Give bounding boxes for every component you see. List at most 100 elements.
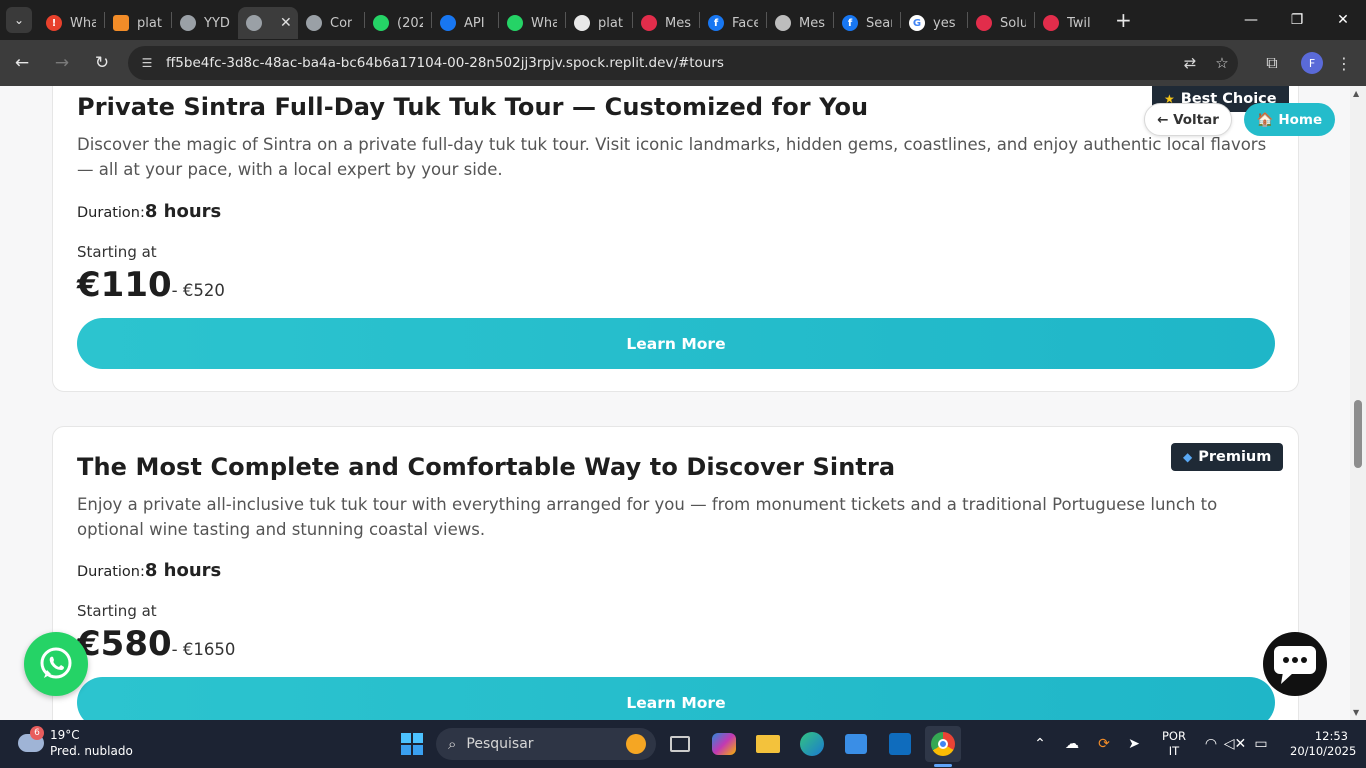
system-clock[interactable]: 12:53 20/10/2025 — [1290, 729, 1356, 759]
sync-icon[interactable]: ⟳ — [1094, 726, 1114, 762]
file-explorer-icon[interactable] — [750, 726, 786, 762]
profile-avatar[interactable]: F — [1301, 52, 1323, 74]
alert-icon: ! — [46, 15, 62, 31]
url-text[interactable]: ff5be4fc-3d8c-48ac-ba4a-bc64b6a17104-00-… — [166, 55, 1174, 71]
twilio-icon — [1043, 15, 1059, 31]
address-bar[interactable]: ☰ ff5be4fc-3d8c-48ac-ba4a-bc64b6a17104-0… — [128, 46, 1238, 80]
window-controls: — ❐ ✕ — [1228, 0, 1366, 40]
tour-duration: Duration:8 hours — [77, 560, 222, 581]
browser-tab[interactable]: Solu — [968, 7, 1034, 39]
gem-icon: ◆ — [1183, 450, 1193, 464]
reload-icon[interactable]: ↻ — [84, 45, 120, 81]
back-arrow-icon[interactable]: ← — [4, 45, 40, 81]
twilio-icon — [641, 15, 657, 31]
send-icon[interactable]: ➤ — [1124, 726, 1144, 762]
twilio-icon — [976, 15, 992, 31]
windows-logo-icon — [401, 733, 423, 755]
site-info-icon[interactable]: ☰ — [134, 50, 160, 76]
browser-tab[interactable]: (202 — [365, 7, 431, 39]
browser-toolbar: ← → ↻ ☰ ff5be4fc-3d8c-48ac-ba4a-bc64b6a1… — [0, 40, 1366, 86]
forward-arrow-icon[interactable]: → — [44, 45, 80, 81]
learn-more-button[interactable]: Learn More — [77, 318, 1275, 369]
input-language[interactable]: POR IT — [1160, 729, 1188, 759]
premium-badge: ◆ Premium — [1171, 443, 1284, 471]
scrollbar-thumb[interactable] — [1354, 400, 1362, 468]
weather-notification-badge: 6 — [30, 726, 44, 740]
learn-more-button[interactable]: Learn More — [77, 677, 1275, 720]
active-app-indicator — [934, 764, 952, 767]
react-icon — [440, 15, 456, 31]
page-viewport: Private Sintra Full-Day Tuk Tuk Tour — C… — [0, 86, 1350, 720]
browser-tab[interactable]: ! Wha — [38, 7, 104, 39]
browser-tab[interactable]: Mes — [767, 7, 833, 39]
browser-tab[interactable]: YYD — [172, 7, 238, 39]
search-icon: ⌕ — [448, 735, 457, 753]
weather-condition: Pred. nublado — [50, 744, 133, 758]
globe-icon — [180, 15, 196, 31]
volume-muted-icon[interactable]: ◁✕ — [1224, 726, 1247, 762]
chat-float-button[interactable] — [1263, 632, 1327, 696]
browser-tab[interactable]: API — [432, 7, 498, 39]
browser-tab[interactable]: Twil — [1035, 7, 1101, 39]
minimize-icon[interactable]: — — [1228, 0, 1274, 40]
tour-price: €580- €1650 — [77, 624, 236, 664]
weather-widget[interactable]: 6 19°C Pred. nublado — [14, 726, 134, 762]
whatsapp-icon — [507, 15, 523, 31]
grid-icon — [113, 15, 129, 31]
whatsapp-icon — [40, 647, 72, 679]
outlook-icon[interactable] — [882, 726, 918, 762]
more-menu-icon[interactable]: ⋮ — [1332, 54, 1356, 73]
browser-tab-active[interactable]: ✕ — [238, 7, 298, 39]
facebook-icon: f — [842, 15, 858, 31]
tour-card: The Most Complete and Comfortable Way to… — [52, 426, 1299, 720]
browser-tab[interactable]: plat — [105, 7, 171, 39]
tour-duration: Duration:8 hours — [77, 201, 222, 222]
battery-icon[interactable]: ▭ — [1250, 726, 1272, 762]
tour-card: Private Sintra Full-Day Tuk Tuk Tour — C… — [52, 86, 1299, 392]
tour-description: Enjoy a private all-inclusive tuk tuk to… — [77, 495, 1218, 539]
m365-app-icon[interactable] — [706, 726, 742, 762]
tour-price: €110- €520 — [77, 265, 225, 305]
browser-tab[interactable]: f Sear — [834, 7, 900, 39]
close-window-icon[interactable]: ✕ — [1320, 0, 1366, 40]
browser-tab[interactable]: Cor — [298, 7, 364, 39]
browser-tab[interactable]: Wha — [499, 7, 565, 39]
close-tab-icon[interactable]: ✕ — [280, 15, 292, 31]
browser-tab[interactable]: Mes — [633, 7, 699, 39]
tour-title: Private Sintra Full-Day Tuk Tuk Tour — C… — [77, 93, 869, 121]
scroll-up-icon[interactable]: ▲ — [1353, 89, 1359, 98]
scroll-down-icon[interactable]: ▼ — [1353, 708, 1359, 717]
whatsapp-float-button[interactable] — [24, 632, 88, 696]
microsoft-store-icon[interactable] — [838, 726, 874, 762]
facebook-icon: f — [708, 15, 724, 31]
github-icon — [574, 15, 590, 31]
weather-temperature: 19°C — [50, 728, 80, 742]
windows-start-icon[interactable] — [394, 726, 430, 762]
edge-browser-icon[interactable] — [794, 726, 830, 762]
bookmark-star-icon[interactable]: ☆ — [1206, 54, 1238, 72]
globe-icon — [306, 15, 322, 31]
translate-icon[interactable]: ⇄ — [1174, 54, 1206, 72]
browser-tab[interactable]: G yes — [901, 7, 967, 39]
show-hidden-icons-icon[interactable]: ⌃ — [1030, 726, 1050, 762]
browser-tab[interactable]: plat — [566, 7, 632, 39]
chat-bubble-icon — [1274, 646, 1316, 684]
chrome-icon[interactable] — [925, 726, 961, 762]
new-tab-icon[interactable]: + — [1115, 8, 1132, 32]
taskbar-search[interactable]: ⌕ Pesquisar — [436, 728, 656, 760]
home-button[interactable]: 🏠 Home — [1244, 103, 1335, 136]
search-highlight-icon — [626, 734, 646, 754]
browser-tab-strip: ⌄ ! Wha plat YYD ✕ Cor (202 API Wha plat — [0, 0, 1366, 40]
extensions-icon[interactable]: ⧉ — [1252, 53, 1292, 73]
wifi-icon[interactable]: ◠ — [1200, 726, 1222, 762]
meta-icon — [775, 15, 791, 31]
onedrive-cloud-icon[interactable]: ☁ — [1060, 726, 1084, 762]
tour-description: Discover the magic of Sintra on a privat… — [77, 135, 1267, 179]
starting-at-label: Starting at — [77, 602, 157, 620]
voltar-button[interactable]: ← Voltar — [1144, 103, 1232, 136]
task-view-icon[interactable] — [662, 726, 698, 762]
tab-search-button[interactable]: ⌄ — [6, 7, 32, 33]
browser-tab[interactable]: f Face — [700, 7, 766, 39]
maximize-icon[interactable]: ❐ — [1274, 0, 1320, 40]
page-scrollbar[interactable]: ▲ ▼ — [1350, 86, 1366, 720]
